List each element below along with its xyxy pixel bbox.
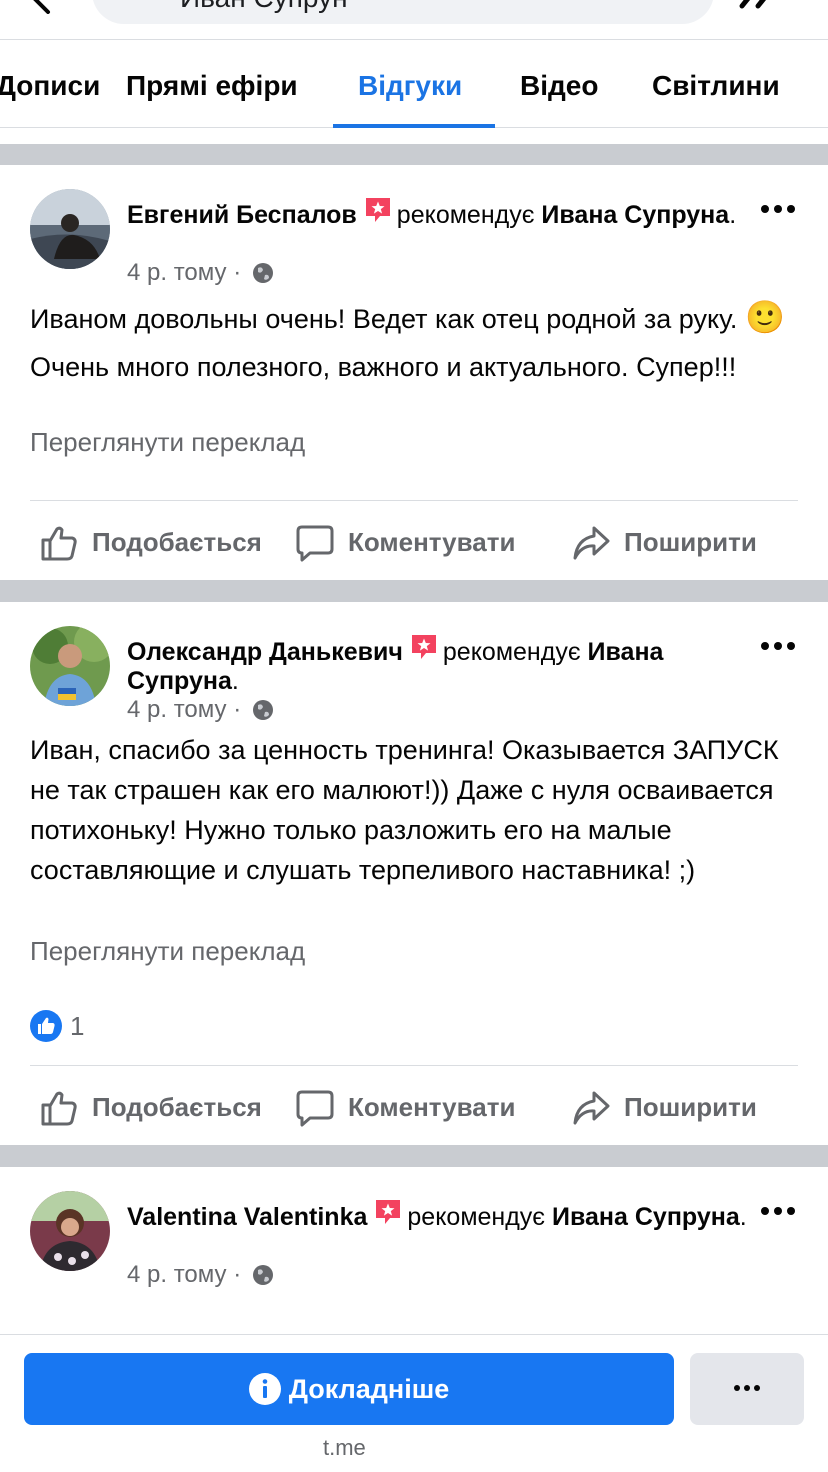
- author-name[interactable]: Евгений Беспалов: [127, 201, 357, 229]
- share-label: Поширити: [624, 527, 757, 557]
- like-reaction-icon: [30, 1010, 62, 1042]
- feed-separator: [0, 1145, 828, 1167]
- post-body: Иван, спасибо за ценность тренинга! Оказ…: [30, 735, 779, 885]
- comment-button[interactable]: Коментувати: [296, 1087, 536, 1127]
- recommends-label: рекомендує: [442, 638, 581, 666]
- comment-button[interactable]: Коментувати: [296, 522, 536, 562]
- like-label: Подобається: [92, 1092, 262, 1122]
- more-options-icon[interactable]: [760, 640, 796, 652]
- comment-icon: [296, 525, 334, 562]
- header-period: .: [231, 667, 239, 695]
- feed-separator: [0, 580, 828, 602]
- review-post: Евгений Беспалов рекомендує Ивана Супруна…: [0, 165, 828, 580]
- post-time[interactable]: 4 р. тому: [127, 259, 227, 286]
- post-body: Иваном довольны очень! Ведет как отец ро…: [30, 293, 800, 391]
- more-actions-button[interactable]: [690, 1353, 804, 1425]
- review-post: Valentina Valentinka рекомендує Ивана Суп…: [0, 1167, 828, 1334]
- active-tab-indicator: [333, 124, 495, 128]
- recommendation-badge-icon: [376, 1200, 401, 1224]
- bottom-cta-bar: Докладніше t.me: [0, 1334, 828, 1472]
- recommendation-badge-icon: [411, 635, 436, 659]
- post-time[interactable]: 4 р. тому: [127, 1261, 227, 1288]
- globe-icon: [252, 263, 273, 283]
- globe-icon: [252, 1265, 273, 1285]
- avatar[interactable]: [30, 626, 110, 706]
- post-time[interactable]: 4 р. тому: [127, 696, 227, 723]
- thumbs-up-icon: [41, 1091, 77, 1126]
- thumbs-up-icon: [41, 526, 77, 561]
- tab-live[interactable]: Прямі ефіри: [126, 40, 298, 128]
- see-translation-link[interactable]: Переглянути переклад: [30, 936, 305, 967]
- tab-videos[interactable]: Відео: [520, 40, 598, 128]
- smile-emoji: 🙂: [744, 299, 785, 335]
- recommendation-badge-icon: [365, 198, 390, 222]
- like-button[interactable]: Подобається: [40, 1087, 280, 1127]
- share-button[interactable]: Поширити: [572, 1087, 782, 1127]
- like-label: Подобається: [92, 527, 262, 557]
- meta-dot: ·: [233, 1261, 242, 1288]
- tab-reviews[interactable]: Відгуки: [358, 40, 462, 128]
- post-header: Евгений Беспалов рекомендує Ивана Супруна…: [127, 195, 747, 230]
- post-meta: 4 р. тому ·: [127, 696, 274, 724]
- like-count: 1: [70, 1011, 85, 1041]
- see-translation-link[interactable]: Переглянути переклад: [30, 427, 305, 458]
- share-label: Поширити: [624, 1092, 757, 1122]
- globe-icon: [252, 700, 273, 720]
- feed-separator: [0, 144, 828, 165]
- share-icon: [573, 1091, 610, 1125]
- learn-more-button[interactable]: Докладніше: [24, 1353, 674, 1425]
- divider: [30, 1065, 798, 1066]
- tab-photos[interactable]: Світлини: [652, 40, 780, 128]
- menu-icon[interactable]: [738, 0, 786, 10]
- avatar[interactable]: [30, 189, 110, 269]
- avatar[interactable]: [30, 1191, 110, 1271]
- tab-posts[interactable]: Дописи: [0, 40, 100, 128]
- post-meta: 4 р. тому ·: [127, 259, 274, 287]
- author-name[interactable]: Valentina Valentinka: [127, 1203, 367, 1231]
- author-name[interactable]: Олександр Данькевич: [127, 638, 403, 666]
- post-header: Олександр Данькевич рекомендує Ивана Супр…: [127, 632, 747, 696]
- more-options-icon[interactable]: [760, 1205, 796, 1217]
- recommended-page[interactable]: Ивана Супруна: [541, 201, 729, 229]
- post-text-continued: Очень много полезного, важного и актуаль…: [30, 352, 737, 382]
- comment-label: Коментувати: [348, 527, 516, 557]
- info-icon: [248, 1373, 281, 1405]
- reaction-summary[interactable]: 1: [30, 1010, 84, 1042]
- share-button[interactable]: Поширити: [572, 522, 782, 562]
- review-post: Олександр Данькевич рекомендує Ивана Супр…: [0, 602, 828, 1145]
- search-query: Иван Супрун: [180, 0, 348, 14]
- post-header: Valentina Valentinka рекомендує Ивана Суп…: [127, 1197, 747, 1232]
- recommends-label: рекомендує: [396, 201, 535, 229]
- divider: [30, 500, 798, 501]
- more-options-icon[interactable]: [760, 203, 796, 215]
- share-icon: [573, 526, 610, 560]
- meta-dot: ·: [233, 259, 242, 286]
- like-button[interactable]: Подобається: [40, 522, 280, 562]
- more-dots-icon: [734, 1385, 760, 1391]
- learn-more-label: Докладніше: [288, 1374, 450, 1404]
- page-tabs: Дописи Прямі ефіри Відгуки Відео Світлин…: [0, 40, 828, 128]
- top-bar: Иван Супрун: [0, 0, 828, 40]
- header-period: .: [739, 1203, 747, 1231]
- back-arrow-icon[interactable]: [28, 0, 56, 14]
- header-period: .: [729, 201, 737, 229]
- meta-dot: ·: [233, 696, 242, 723]
- comment-label: Коментувати: [348, 1092, 516, 1122]
- search-icon: [140, 0, 164, 10]
- source-domain: t.me: [323, 1435, 366, 1460]
- post-meta: 4 р. тому ·: [127, 1261, 274, 1289]
- comment-icon: [296, 1090, 334, 1127]
- recommends-label: рекомендує: [407, 1203, 546, 1231]
- post-text: Иваном довольны очень! Ведет как отец ро…: [30, 304, 738, 334]
- recommended-page[interactable]: Ивана Супруна: [552, 1203, 740, 1231]
